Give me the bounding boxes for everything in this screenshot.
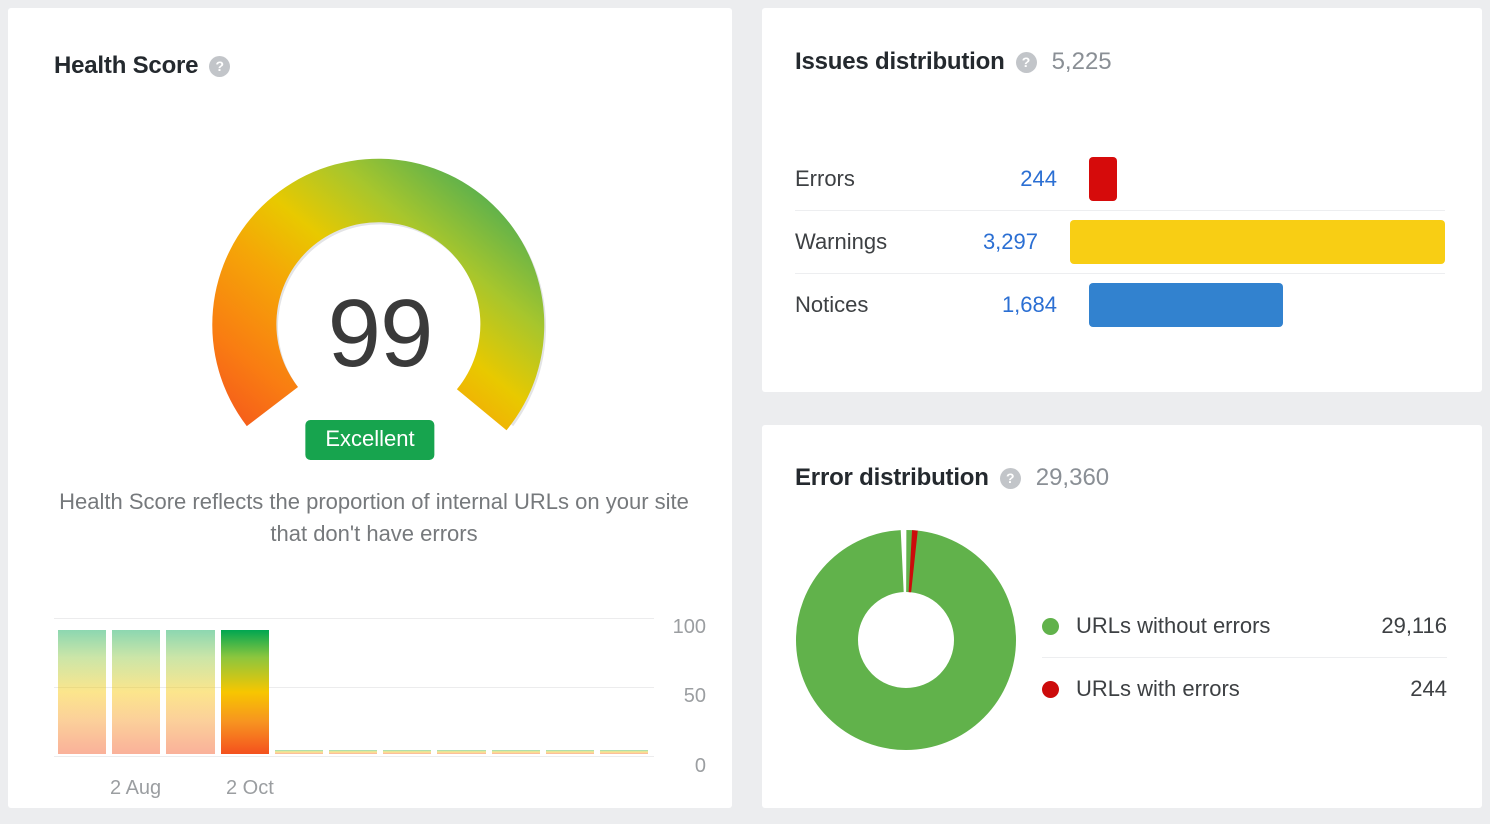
- x-tick-oct: 2 Oct: [226, 777, 274, 800]
- history-bar-current[interactable]: [221, 630, 269, 754]
- health-score-header: Health Score ?: [54, 52, 230, 80]
- issues-distribution-card: Issues distribution ? 5,225 Errors 244 W…: [762, 8, 1482, 392]
- issue-bar-track: [1089, 157, 1445, 201]
- question-mark-icon[interactable]: ?: [1016, 52, 1037, 73]
- error-distribution-card: Error distribution ? 29,360 URLs without…: [762, 425, 1482, 808]
- issue-bar-warnings[interactable]: [1070, 220, 1445, 264]
- history-bar[interactable]: [600, 750, 648, 754]
- y-tick-50: 50: [656, 686, 706, 706]
- history-bar[interactable]: [166, 630, 214, 754]
- x-tick-aug: 2 Aug: [110, 777, 161, 800]
- legend-label-with-errors: URLs with errors: [1076, 676, 1410, 702]
- issues-list: Errors 244 Warnings 3,297 Notices 1,684: [795, 148, 1445, 336]
- health-score-description: Health Score reflects the proportion of …: [54, 486, 694, 550]
- table-row: Errors 244: [795, 148, 1445, 211]
- issues-distribution-header: Issues distribution ? 5,225: [795, 48, 1112, 76]
- legend-label-without-errors: URLs without errors: [1076, 613, 1381, 639]
- error-distribution-legend: URLs without errors 29,116 URLs with err…: [1042, 595, 1447, 720]
- history-bar[interactable]: [546, 750, 594, 754]
- health-score-gauge: 99: [148, 108, 612, 458]
- issue-count-notices[interactable]: 1,684: [965, 292, 1057, 318]
- issue-bar-track: [1070, 220, 1445, 264]
- history-bar[interactable]: [437, 750, 485, 754]
- errors-total: 29,360: [1036, 464, 1109, 492]
- issue-count-warnings[interactable]: 3,297: [953, 229, 1038, 255]
- donut-slice-without-errors[interactable]: [827, 561, 985, 719]
- status-badge: Excellent: [305, 420, 434, 460]
- list-item: URLs with errors 244: [1042, 658, 1447, 720]
- table-row: Warnings 3,297: [795, 211, 1445, 274]
- legend-value-without-errors: 29,116: [1381, 613, 1447, 639]
- history-bar[interactable]: [275, 750, 323, 754]
- issues-total: 5,225: [1052, 48, 1112, 76]
- y-tick-0: 0: [656, 756, 706, 776]
- error-distribution-header: Error distribution ? 29,360: [795, 464, 1109, 492]
- issue-label-errors: Errors: [795, 166, 965, 192]
- gridline-100: [54, 618, 654, 619]
- errors-title: Error distribution: [795, 464, 989, 492]
- issue-bar-track: [1089, 283, 1445, 327]
- history-bar[interactable]: [492, 750, 540, 754]
- question-mark-icon[interactable]: ?: [209, 56, 230, 77]
- issues-title: Issues distribution: [795, 48, 1005, 76]
- question-mark-icon[interactable]: ?: [1000, 468, 1021, 489]
- health-score-history-chart: 100 50 0 2 Aug 2 Oct: [54, 606, 706, 806]
- history-bar[interactable]: [329, 750, 377, 754]
- history-bar[interactable]: [383, 750, 431, 754]
- issue-bar-notices[interactable]: [1089, 283, 1283, 327]
- health-score-value: 99: [148, 286, 612, 382]
- issue-label-notices: Notices: [795, 292, 965, 318]
- dashboard-page: Health Score ?: [0, 0, 1490, 824]
- issue-count-errors[interactable]: 244: [965, 166, 1057, 192]
- table-row: Notices 1,684: [795, 274, 1445, 336]
- issue-bar-errors[interactable]: [1089, 157, 1117, 201]
- list-item: URLs without errors 29,116: [1042, 595, 1447, 658]
- history-bar[interactable]: [58, 630, 106, 754]
- donut-svg: [796, 530, 1016, 750]
- y-tick-100: 100: [656, 617, 706, 637]
- gridline-0: [54, 756, 654, 757]
- legend-dot-green: [1042, 618, 1059, 635]
- legend-value-with-errors: 244: [1410, 676, 1447, 702]
- history-bars: [58, 624, 648, 754]
- legend-dot-red: [1042, 681, 1059, 698]
- health-score-card: Health Score ?: [8, 8, 732, 808]
- error-distribution-donut: [796, 530, 1016, 750]
- issue-label-warnings: Warnings: [795, 229, 953, 255]
- history-bar[interactable]: [112, 630, 160, 754]
- page-title: Health Score: [54, 52, 198, 80]
